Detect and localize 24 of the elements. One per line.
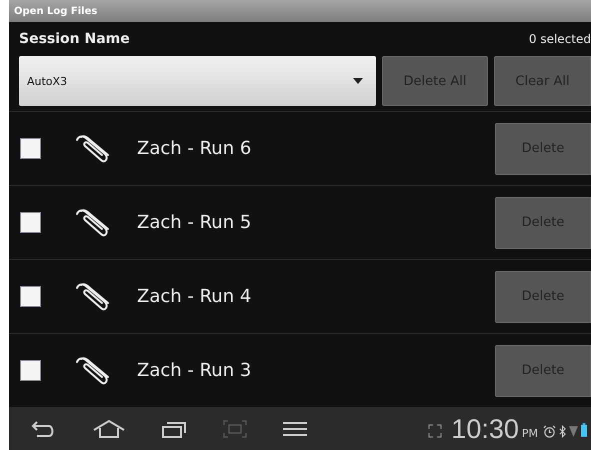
bluetooth-icon — [559, 425, 566, 438]
recent-apps-icon[interactable] — [161, 419, 187, 439]
log-name: Zach - Run 3 — [137, 360, 252, 381]
checkbox[interactable] — [20, 286, 41, 307]
session-label: Session Name — [19, 31, 130, 47]
checkbox[interactable] — [20, 360, 41, 381]
checkbox[interactable] — [20, 138, 41, 159]
checkbox[interactable] — [20, 212, 41, 233]
expand-icon — [428, 424, 442, 438]
clock-time: 10:30 — [451, 414, 519, 444]
window-title: Open Log Files — [14, 6, 98, 16]
home-icon[interactable] — [92, 419, 126, 439]
battery-icon — [581, 422, 587, 438]
log-name: Zach - Run 5 — [137, 212, 252, 233]
alarm-icon — [543, 425, 556, 438]
menu-icon[interactable] — [283, 421, 307, 437]
wifi-icon — [569, 425, 578, 438]
clock-period: PM — [522, 427, 538, 440]
screenshot-icon[interactable] — [222, 419, 248, 439]
log-name: Zach - Run 4 — [137, 286, 252, 307]
selected-count: 0 selected — [528, 32, 591, 46]
caret-icon — [353, 78, 363, 84]
session-dropdown[interactable]: AutoX3 — [19, 56, 376, 106]
log-name: Zach - Run 6 — [137, 138, 252, 159]
